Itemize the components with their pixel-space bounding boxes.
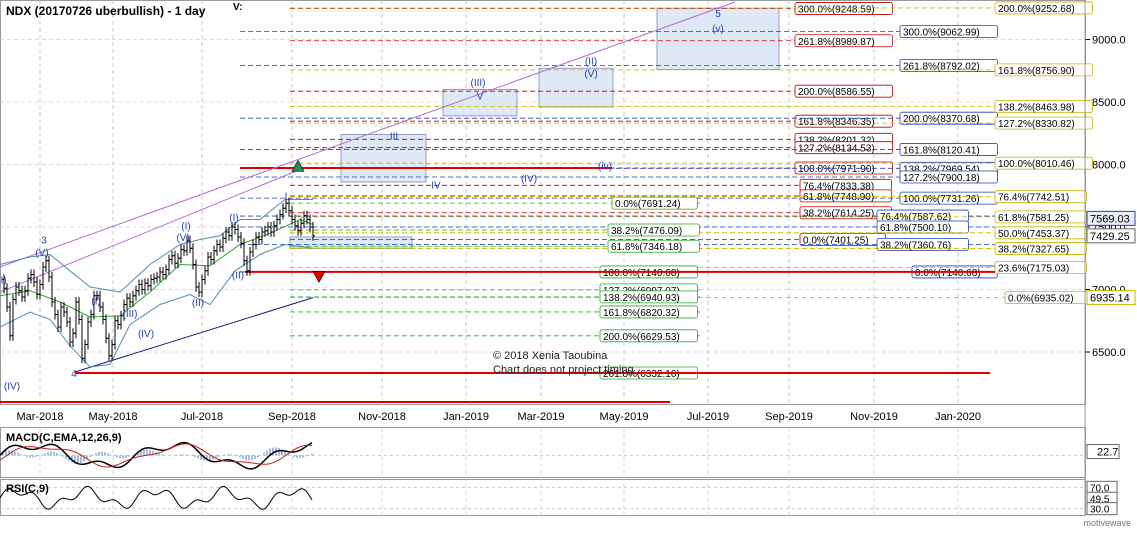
fib-label: 0.0%(7140.68) [915,268,981,279]
fib-label: 76.4%(7742.51) [998,193,1069,204]
chart-root: Mar-2018 May-2018 Jul-2018 Sep-2018 Nov-2018… [0,0,1137,529]
y-tick-label: 8500.0 [1092,97,1126,109]
rsi-badge-label: 30.0 [1090,505,1110,516]
y-tick-label: 9000.0 [1092,35,1126,47]
fib-label: 38.2%(7327.65) [998,245,1069,256]
rsi-label: RSI(C,9) [6,483,49,495]
fib-label: 100.0%(7731.26) [903,194,980,205]
wave-label: IV [431,180,441,191]
fib-label: 23.6%(7175.03) [998,264,1069,275]
watermark: motivewave [1083,518,1131,528]
fib-label: 138.2%(6940.93) [603,293,680,304]
fib-label: 138.2%(8463.98) [998,103,1075,114]
main-chart: Mar-2018 May-2018 Jul-2018 Sep-2018 Nov-2018… [0,0,1136,516]
wave-label: (v) [712,24,724,35]
box-iii [340,134,427,183]
x-tick-label: Jul-2018 [181,411,223,423]
fib-label: 261.8%(8792.02) [903,61,980,72]
fib-label: 127.2%(7900.18) [903,173,980,184]
copyright-line: © 2018 Xenia Taoubina [493,350,608,362]
x-tick-label: Nov-2019 [850,411,898,423]
fib-label: 200.0%(8586.55) [798,87,875,98]
x-tick-label: May-2019 [600,411,649,423]
wave-label: (III) [471,78,486,89]
fib-label: 161.8%(8346.35) [798,117,875,128]
y-tick-label: 6500.0 [1092,347,1126,359]
wave-label: (III) [123,309,138,320]
fib-label: 127.2%(8330.82) [998,119,1075,130]
fib-label: 100.0%(7971.90) [798,164,875,175]
wave-label: (I) [181,222,190,233]
chart-title: NDX (20170726 uberbullish) - 1 day [6,4,206,18]
wave-label: (II) [232,270,244,281]
x-tick-label: May-2018 [89,411,138,423]
wave-label: (I) [0,275,7,286]
fib-label: 300.0%(9248.59) [798,4,875,15]
fib-label: 61.8%(7748.90) [803,192,874,203]
wave-label: (II) [585,57,597,68]
wave-label: 5 [715,9,721,20]
fib-label: 261.8%(8989.87) [798,37,875,48]
box-b [538,67,614,108]
price-badge-label: 6935.14 [1090,293,1130,305]
fib-label: 161.8%(8756.90) [998,66,1075,77]
wave-label: (iv) [598,162,612,173]
fib-label: 38.2%(7614.25) [803,209,874,220]
wave-label: (IV) [4,382,20,393]
fib-label: 61.8%(7581.25) [998,213,1069,224]
fib-label: 200.0%(9252.68) [998,4,1075,15]
wave-label: I [285,192,288,203]
x-tick-label: Jan-2020 [935,411,981,423]
timing-note: Chart does not project timing [493,364,634,376]
fib-label: 0.0%(6935.02) [1008,294,1074,305]
wave-label: 3 [41,235,47,246]
fib-label: 61.8%(7500.10) [880,223,951,234]
x-tick-label: Nov-2018 [358,411,406,423]
copyright-note: © 2018 Xenia Taoubina Chart does not pro… [493,349,634,377]
y-tick-label: 8000.0 [1092,160,1126,172]
x-tick-label: Mar-2019 [517,411,564,423]
fib-label: 38.2%(7360.76) [880,240,951,251]
wave-label: (I) [229,213,238,224]
wave-label: (II) [192,298,204,309]
fib-label: 0.0%(7691.24) [615,199,681,210]
x-tick-label: Mar-2018 [16,411,63,423]
x-tick-label: Jan-2019 [443,411,489,423]
fib-label: 161.8%(6820.32) [603,308,680,319]
fib-label: 200.0%(6629.53) [603,332,680,343]
wave-label: (V) [176,233,189,244]
wave-label: (I) [91,297,100,308]
wave-label: (IV) [138,329,154,340]
wave-label: V [477,92,484,103]
macd-badge-label: 22.7 [1097,447,1118,459]
wave-label: 4 [71,369,77,380]
fib-label: 161.8%(8120.41) [903,145,980,156]
fib-label: 100.0%(7140.68) [603,268,680,279]
fib-label: 61.8%(7346.18) [611,242,682,253]
fib-label: 50.0%(7453.37) [998,229,1069,240]
x-tick-label: Sep-2019 [765,411,813,423]
wave-label: III [390,132,398,143]
wave-label: (IV) [521,174,537,185]
macd-panel-frame [0,427,1086,478]
fib-label: 100.0%(8010.46) [998,159,1075,170]
rsi-panel-frame [0,479,1086,516]
v-label: V: [233,2,243,13]
wave-label: (V) [584,69,597,80]
x-tick-label: Sep-2018 [268,411,316,423]
fib-label: 300.0%(9062.99) [903,28,980,39]
fib-label: 38.2%(7476.09) [611,226,682,237]
x-tick-label: Jul-2019 [687,411,729,423]
price-badge-label: 7569.03 [1090,213,1130,225]
macd-label: MACD(C,EMA,12,26,9) [6,432,122,444]
price-badge-label: 7429.25 [1090,231,1130,243]
wave-label: (V) [35,248,48,259]
